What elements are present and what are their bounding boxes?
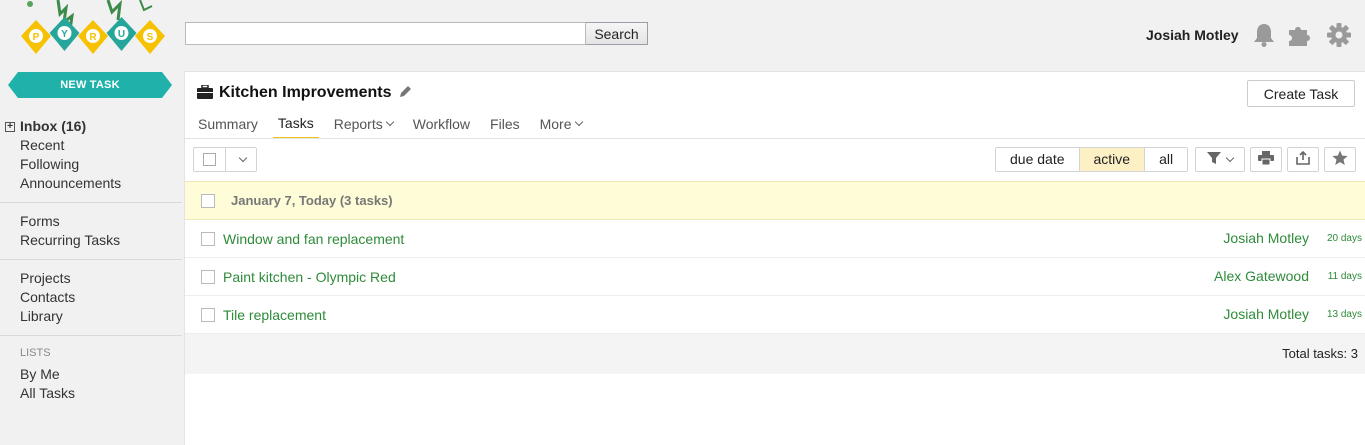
task-filter-segment: due date active all <box>995 147 1189 172</box>
filter-all-button[interactable]: all <box>1145 148 1188 171</box>
task-assignee: Josiah Motley <box>1223 306 1309 322</box>
filter-button[interactable] <box>1195 147 1245 172</box>
select-all-checkbox[interactable] <box>194 148 226 171</box>
pyrus-logo[interactable]: PYRUS <box>0 0 175 62</box>
chevron-down-icon <box>385 117 394 127</box>
tab-files[interactable]: Files <box>490 115 520 139</box>
task-row[interactable]: Paint kitchen - Olympic Red Alex Gatewoo… <box>185 258 1365 296</box>
create-task-button[interactable]: Create Task <box>1247 80 1355 107</box>
task-group-header: January 7, Today (3 tasks) <box>185 181 1365 220</box>
chevron-down-icon <box>1225 153 1235 162</box>
sidebar-item-recurring-tasks[interactable]: Recurring Tasks <box>20 231 182 250</box>
star-icon <box>1332 150 1348 169</box>
favorite-button[interactable] <box>1324 147 1356 172</box>
svg-text:Y: Y <box>61 29 68 40</box>
sidebar-item-recent[interactable]: Recent <box>20 136 182 155</box>
sidebar-item-inbox[interactable]: Inbox (16) <box>20 117 182 136</box>
search-input[interactable] <box>185 22 586 45</box>
divider <box>185 138 1365 139</box>
sidebar-item-library[interactable]: Library <box>20 307 182 326</box>
project-tabs: Summary Tasks Reports Workflow Files Mor… <box>198 115 602 139</box>
gear-icon[interactable] <box>1326 22 1352 48</box>
task-row[interactable]: Window and fan replacement Josiah Motley… <box>185 220 1365 258</box>
select-all-control <box>193 147 257 172</box>
main-panel: Kitchen Improvements Create Task Summary… <box>184 71 1365 445</box>
briefcase-icon <box>197 83 213 102</box>
search-bar: Search <box>185 22 648 45</box>
filter-due-date-button[interactable]: due date <box>996 148 1080 171</box>
logo-letter-u: U <box>106 17 137 51</box>
svg-text:U: U <box>118 29 125 40</box>
group-checkbox[interactable] <box>201 194 215 208</box>
divider <box>0 259 182 260</box>
new-task-button[interactable]: NEW TASK <box>8 72 172 98</box>
total-tasks: Total tasks: 3 <box>1282 346 1358 361</box>
task-age: 13 days <box>1326 309 1362 320</box>
svg-text:S: S <box>147 32 154 43</box>
tab-label: Summary <box>198 116 258 132</box>
export-button[interactable] <box>1287 147 1319 172</box>
select-dropdown-button[interactable] <box>226 148 256 171</box>
puzzle-icon[interactable] <box>1287 22 1313 48</box>
filter-icon <box>1207 151 1221 168</box>
tab-more[interactable]: More <box>539 115 583 139</box>
print-button[interactable] <box>1250 147 1282 172</box>
logo-letter-r: R <box>78 20 108 54</box>
sidebar-item-projects[interactable]: Projects <box>20 269 182 288</box>
lists-header: LISTS <box>20 347 51 359</box>
user-name[interactable]: Josiah Motley <box>1146 27 1239 43</box>
task-checkbox[interactable] <box>201 270 215 284</box>
task-assignee: Josiah Motley <box>1223 230 1309 246</box>
sidebar-item-announcements[interactable]: Announcements <box>20 174 182 193</box>
sidebar-item-all-tasks[interactable]: All Tasks <box>20 384 182 403</box>
sidebar-item-by-me[interactable]: By Me <box>20 365 182 384</box>
task-assignee: Alex Gatewood <box>1214 268 1309 284</box>
tab-workflow[interactable]: Workflow <box>413 115 470 139</box>
logo-letter-s: S <box>135 20 165 54</box>
task-row[interactable]: Tile replacement Josiah Motley 13 days <box>185 296 1365 334</box>
task-name-link[interactable]: Tile replacement <box>223 307 326 323</box>
task-age: 20 days <box>1326 233 1362 244</box>
sidebar-item-following[interactable]: Following <box>20 155 182 174</box>
tab-label: Files <box>490 116 520 132</box>
project-header: Kitchen Improvements <box>197 83 412 102</box>
svg-text:R: R <box>89 32 97 43</box>
task-name-link[interactable]: Paint kitchen - Olympic Red <box>223 269 396 285</box>
sidebar-item-forms[interactable]: Forms <box>20 212 182 231</box>
tab-tasks[interactable]: Tasks <box>272 115 319 139</box>
edit-pencil-icon[interactable] <box>398 85 412 102</box>
tab-label: Workflow <box>412 116 471 132</box>
divider <box>0 335 182 336</box>
sidebar-nav: + Inbox (16) Recent Following Announceme… <box>0 117 182 403</box>
print-icon <box>1258 151 1274 168</box>
group-label: January 7, Today (3 tasks) <box>231 193 393 208</box>
expand-inbox-icon[interactable]: + <box>5 122 15 132</box>
project-title: Kitchen Improvements <box>219 84 392 101</box>
search-button[interactable]: Search <box>586 22 648 45</box>
task-checkbox[interactable] <box>201 308 215 322</box>
sidebar-item-contacts[interactable]: Contacts <box>20 288 182 307</box>
tab-summary[interactable]: Summary <box>198 115 258 139</box>
task-checkbox[interactable] <box>201 232 215 246</box>
filter-active-button[interactable]: active <box>1079 148 1146 171</box>
svg-text:P: P <box>33 32 40 43</box>
task-age: 11 days <box>1327 271 1362 282</box>
export-icon <box>1295 150 1311 169</box>
logo-letter-p: P <box>21 20 51 54</box>
task-list-footer: Total tasks: 3 <box>185 334 1365 374</box>
task-name-link[interactable]: Window and fan replacement <box>223 231 404 247</box>
logo-letter-y: Y <box>49 17 80 51</box>
tab-label: Tasks <box>277 115 314 131</box>
tab-label: Reports <box>333 116 383 132</box>
tab-reports[interactable]: Reports <box>333 115 394 139</box>
tab-label: More <box>539 116 572 132</box>
chevron-down-icon <box>574 117 583 127</box>
bell-icon[interactable] <box>1252 22 1278 48</box>
divider <box>0 202 182 203</box>
chevron-down-icon <box>238 153 248 162</box>
